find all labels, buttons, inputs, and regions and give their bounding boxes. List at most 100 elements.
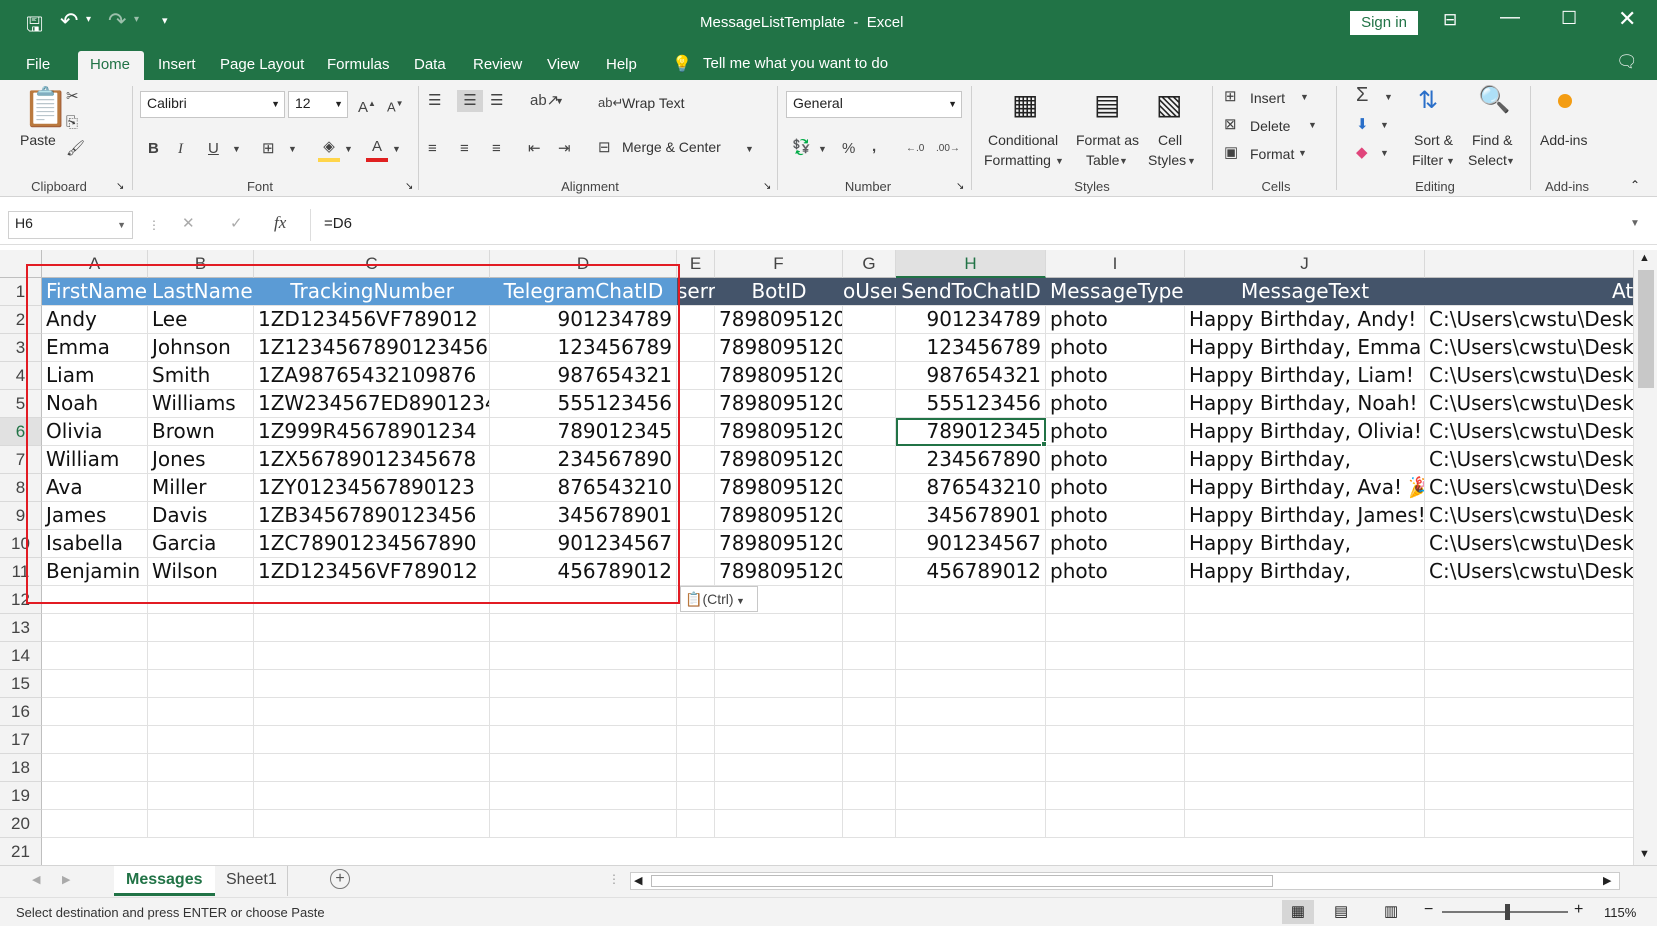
empty-cell[interactable]	[490, 726, 677, 754]
tab-split-grip-icon[interactable]: ⋮	[608, 872, 620, 886]
empty-cell[interactable]	[843, 670, 896, 698]
empty-cell[interactable]	[715, 670, 843, 698]
empty-cell[interactable]	[148, 670, 254, 698]
empty-cell[interactable]	[677, 642, 715, 670]
zoom-slider-thumb[interactable]	[1505, 904, 1510, 920]
active-cell-h6[interactable]	[896, 418, 1046, 446]
cell-r4-c7[interactable]: 987654321	[896, 362, 1046, 390]
empty-cell[interactable]	[148, 754, 254, 782]
middle-align-icon[interactable]: ☰	[457, 90, 483, 112]
empty-cell[interactable]	[677, 614, 715, 642]
empty-cell[interactable]	[490, 642, 677, 670]
cell-r10-c7[interactable]: 901234567	[896, 530, 1046, 558]
empty-cell[interactable]	[42, 614, 148, 642]
find-dropdown-icon[interactable]: ▼	[1506, 150, 1515, 172]
empty-cell[interactable]	[254, 754, 490, 782]
cell-r10-c8[interactable]: photo	[1046, 530, 1185, 558]
empty-cell[interactable]	[677, 754, 715, 782]
format-as-table-button[interactable]: Format as	[1076, 132, 1139, 148]
cell-r7-c7[interactable]: 234567890	[896, 446, 1046, 474]
header-cell-8[interactable]: MessageType	[1046, 278, 1185, 306]
cell-r9-c4[interactable]	[677, 502, 715, 530]
decrease-indent-icon[interactable]: ⇤	[528, 138, 541, 160]
empty-cell[interactable]	[1425, 782, 1633, 810]
empty-cell[interactable]	[896, 642, 1046, 670]
cell-r4-c10[interactable]: C:\Users\cwstu\Deskt	[1425, 362, 1633, 390]
cell-r11-c5[interactable]: 7898095120	[715, 558, 843, 586]
empty-cell[interactable]	[1046, 614, 1185, 642]
cell-r8-c7[interactable]: 876543210	[896, 474, 1046, 502]
next-sheet-icon[interactable]: ▶	[62, 873, 70, 886]
cell-r7-c5[interactable]: 7898095120	[715, 446, 843, 474]
empty-cell[interactable]	[843, 642, 896, 670]
cell-r10-c9[interactable]: Happy Birthday,	[1185, 530, 1425, 558]
empty-cell[interactable]	[1425, 586, 1633, 614]
cell-r8-c10[interactable]: C:\Users\cwstu\Deskt	[1425, 474, 1633, 502]
empty-cell[interactable]	[896, 614, 1046, 642]
header-cell-7[interactable]: SendToChatID	[896, 278, 1046, 306]
empty-cell[interactable]	[1185, 782, 1425, 810]
empty-cell[interactable]	[1046, 726, 1185, 754]
empty-cell[interactable]	[148, 726, 254, 754]
empty-cell[interactable]	[677, 698, 715, 726]
empty-cell[interactable]	[42, 670, 148, 698]
cell-r3-c7[interactable]: 123456789	[896, 334, 1046, 362]
cell-r6-c5[interactable]: 7898095120	[715, 418, 843, 446]
cell-styles-icon[interactable]: ▧	[1156, 88, 1182, 121]
empty-cell[interactable]	[1046, 642, 1185, 670]
paste-icon[interactable]: 📋	[22, 86, 69, 130]
underline-dropdown-icon[interactable]: ▼	[232, 138, 241, 160]
cell-r2-c4[interactable]	[677, 306, 715, 334]
empty-cell[interactable]	[490, 614, 677, 642]
cell-r4-c5[interactable]: 7898095120	[715, 362, 843, 390]
cell-r5-c7[interactable]: 555123456	[896, 390, 1046, 418]
page-layout-view-icon[interactable]: ▤	[1334, 902, 1348, 920]
fill-dropdown-icon[interactable]: ▼	[344, 138, 353, 160]
sheet-tab-messages[interactable]: Messages	[114, 866, 215, 896]
cell-r4-c8[interactable]: photo	[1046, 362, 1185, 390]
undo-icon[interactable]: ↶	[60, 8, 78, 34]
borders-dropdown-icon[interactable]: ▼	[288, 138, 297, 160]
conditional-formatting-icon[interactable]: ▦	[1012, 88, 1038, 121]
cell-r6-c6[interactable]	[843, 418, 896, 446]
minimize-icon[interactable]: —	[1500, 6, 1520, 29]
empty-cell[interactable]	[715, 754, 843, 782]
format-as-table-icon[interactable]: ▤	[1094, 88, 1120, 121]
insert-dropdown-icon[interactable]: ▼	[1300, 86, 1309, 108]
row-header-18[interactable]: 18	[0, 754, 42, 782]
empty-cell[interactable]	[896, 810, 1046, 838]
format-dropdown-icon[interactable]: ▼	[1298, 142, 1307, 164]
empty-cell[interactable]	[1425, 810, 1633, 838]
collapse-ribbon-icon[interactable]: ⌃	[1630, 178, 1640, 192]
orientation-dropdown-icon[interactable]: ▼	[555, 90, 564, 112]
fill-handle[interactable]	[1041, 441, 1047, 447]
cell-r9-c8[interactable]: photo	[1046, 502, 1185, 530]
accounting-dropdown-icon[interactable]: ▼	[818, 138, 827, 160]
customize-qat-icon[interactable]: ▾	[162, 14, 168, 27]
ribbon-display-icon[interactable]: ⊟	[1443, 10, 1457, 30]
header-cell-10[interactable]: Att	[1425, 278, 1633, 306]
cell-r2-c7[interactable]: 901234789	[896, 306, 1046, 334]
tab-page-layout[interactable]: Page Layout	[208, 51, 316, 80]
align-left-icon[interactable]: ≡	[428, 138, 437, 160]
zoom-in-icon[interactable]: +	[1574, 901, 1583, 919]
cell-r11-c7[interactable]: 456789012	[896, 558, 1046, 586]
empty-cell[interactable]	[42, 810, 148, 838]
fill-color-icon[interactable]: ◈	[318, 136, 340, 162]
cell-r2-c5[interactable]: 7898095120	[715, 306, 843, 334]
copy-icon[interactable]: ⎘	[66, 112, 78, 134]
empty-cell[interactable]	[896, 698, 1046, 726]
cell-r8-c5[interactable]: 7898095120	[715, 474, 843, 502]
merge-dropdown-icon[interactable]: ▼	[745, 138, 754, 160]
cell-styles-button[interactable]: Cell	[1158, 132, 1182, 148]
empty-cell[interactable]	[715, 810, 843, 838]
format-painter-icon[interactable]: 🖌	[66, 138, 85, 160]
empty-cell[interactable]	[677, 810, 715, 838]
empty-cell[interactable]	[677, 670, 715, 698]
sign-in-button[interactable]: Sign in	[1350, 11, 1418, 35]
sort-dropdown-icon[interactable]: ▼	[1446, 150, 1455, 172]
delete-cells-icon[interactable]: ⊠	[1224, 114, 1237, 136]
increase-font-icon[interactable]: A▲	[358, 93, 376, 119]
zoom-out-icon[interactable]: −	[1424, 901, 1433, 919]
cell-r6-c9[interactable]: Happy Birthday, Olivia!	[1185, 418, 1425, 446]
